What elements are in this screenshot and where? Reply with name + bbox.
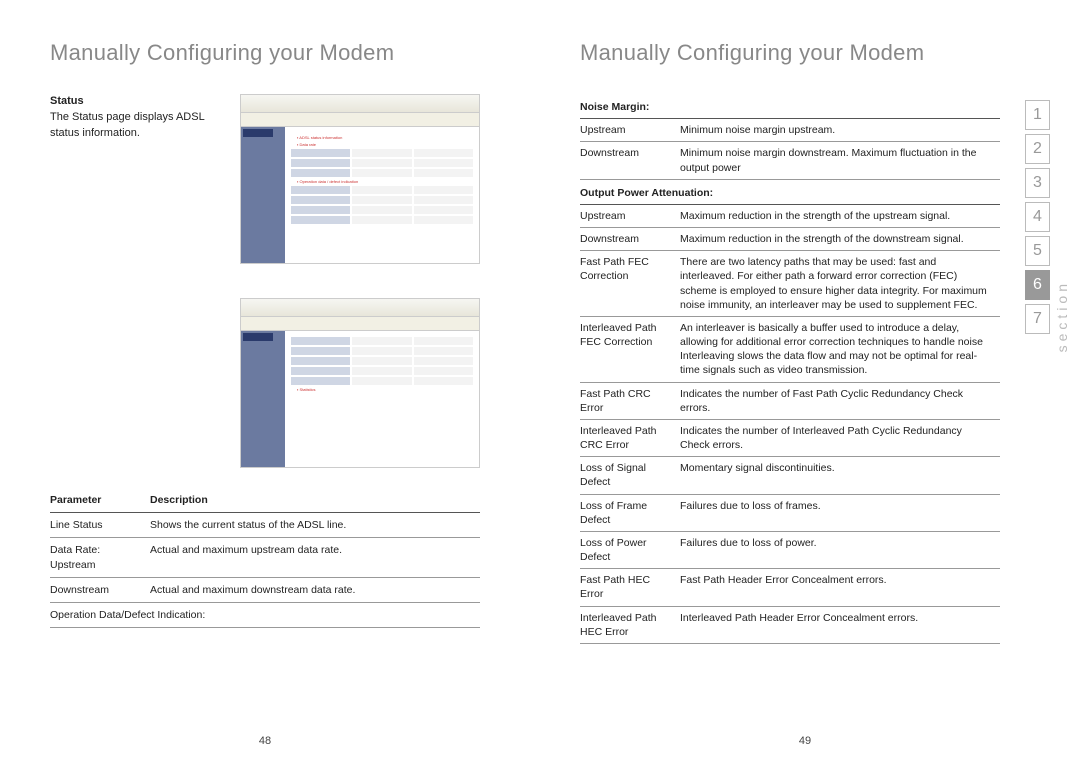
table-row: Data Rate: UpstreamActual and maximum up…: [50, 538, 480, 577]
cell-param: Downstream: [580, 142, 680, 179]
cell-param: Fast Path HEC Error: [580, 569, 680, 606]
cell-param: Operation Data/Defect Indication:: [50, 602, 480, 627]
cell-param: Downstream: [50, 577, 150, 602]
cell-param: Downstream: [580, 228, 680, 251]
page-title-left: Manually Configuring your Modem: [50, 40, 480, 66]
cell-desc: Failures due to loss of power.: [680, 531, 1000, 568]
cell-desc: Interleaved Path Header Error Concealmen…: [680, 606, 1000, 643]
table-row: Line StatusShows the current status of t…: [50, 513, 480, 538]
parameter-table-left: Parameter Description Line StatusShows t…: [50, 488, 480, 628]
cell-desc: Maximum reduction in the strength of the…: [680, 204, 1000, 227]
group-header-cell: Noise Margin:: [580, 94, 1000, 119]
table-row: Loss of Frame DefectFailures due to loss…: [580, 494, 1000, 531]
page-left: Manually Configuring your Modem Status T…: [0, 0, 530, 771]
cell-param: Fast Path FEC Correction: [580, 251, 680, 317]
cell-param: Upstream: [580, 204, 680, 227]
cell-param: Interleaved Path HEC Error: [580, 606, 680, 643]
section-tab-7[interactable]: 7: [1025, 304, 1050, 334]
cell-desc: Actual and maximum downstream data rate.: [150, 577, 480, 602]
cell-desc: Indicates the number of Fast Path Cyclic…: [680, 382, 1000, 419]
table-row: Loss of Signal DefectMomentary signal di…: [580, 457, 1000, 494]
section-tab-4[interactable]: 4: [1025, 202, 1050, 232]
cell-desc: Fast Path Header Error Concealment error…: [680, 569, 1000, 606]
cell-desc: Shows the current status of the ADSL lin…: [150, 513, 480, 538]
table-group-header: Noise Margin:: [580, 94, 1000, 119]
cell-desc: Maximum reduction in the strength of the…: [680, 228, 1000, 251]
table-row: Fast Path FEC CorrectionThere are two la…: [580, 251, 1000, 317]
table-row: Interleaved Path CRC ErrorIndicates the …: [580, 419, 1000, 456]
table-row: UpstreamMaximum reduction in the strengt…: [580, 204, 1000, 227]
section-tab-6[interactable]: 6: [1025, 270, 1050, 300]
cell-desc: Minimum noise margin upstream.: [680, 119, 1000, 142]
table-row: Fast Path CRC ErrorIndicates the number …: [580, 382, 1000, 419]
table-row: Interleaved Path HEC ErrorInterleaved Pa…: [580, 606, 1000, 643]
screenshot-status-1: ▪ ADSL status information ▪ Data rate ▪ …: [240, 94, 480, 264]
cell-desc: Momentary signal discontinuities.: [680, 457, 1000, 494]
status-body: The Status page displays ADSL status inf…: [50, 111, 204, 139]
cell-desc: An interleaver is basically a buffer use…: [680, 316, 1000, 382]
table-group-header: Output Power Attenuation:: [580, 179, 1000, 204]
cell-desc: Failures due to loss of frames.: [680, 494, 1000, 531]
cell-desc: There are two latency paths that may be …: [680, 251, 1000, 317]
parameter-table-right: Noise Margin:UpstreamMinimum noise margi…: [580, 94, 1000, 644]
section-tab-5[interactable]: 5: [1025, 236, 1050, 266]
cell-param: Data Rate: Upstream: [50, 538, 150, 577]
table-row: DownstreamMaximum reduction in the stren…: [580, 228, 1000, 251]
group-header-cell: Output Power Attenuation:: [580, 179, 1000, 204]
cell-desc: Actual and maximum upstream data rate.: [150, 538, 480, 577]
cell-param: Loss of Frame Defect: [580, 494, 680, 531]
page-number-right: 49: [799, 735, 811, 747]
th-description: Description: [150, 488, 480, 513]
table-row: Interleaved Path FEC CorrectionAn interl…: [580, 316, 1000, 382]
screenshot-status-2: ▪ Statistics: [240, 298, 480, 468]
table-row: Operation Data/Defect Indication:: [50, 602, 480, 627]
table-row: UpstreamMinimum noise margin upstream.: [580, 119, 1000, 142]
table-row: DownstreamMinimum noise margin downstrea…: [580, 142, 1000, 179]
table-row: Loss of Power DefectFailures due to loss…: [580, 531, 1000, 568]
cell-param: Interleaved Path CRC Error: [580, 419, 680, 456]
section-tab-1[interactable]: 1: [1025, 100, 1050, 130]
cell-param: Upstream: [580, 119, 680, 142]
cell-param: Fast Path CRC Error: [580, 382, 680, 419]
page-right: Manually Configuring your Modem Noise Ma…: [530, 0, 1080, 771]
th-parameter: Parameter: [50, 488, 150, 513]
table-row: DownstreamActual and maximum downstream …: [50, 577, 480, 602]
section-tab-3[interactable]: 3: [1025, 168, 1050, 198]
section-label: section: [1054, 280, 1070, 352]
cell-param: Interleaved Path FEC Correction: [580, 316, 680, 382]
section-tab-2[interactable]: 2: [1025, 134, 1050, 164]
page-title-right: Manually Configuring your Modem: [580, 40, 1000, 66]
table-row: Fast Path HEC ErrorFast Path Header Erro…: [580, 569, 1000, 606]
cell-param: Loss of Signal Defect: [580, 457, 680, 494]
page-number-left: 48: [259, 735, 271, 747]
status-heading: Status: [50, 95, 84, 107]
cell-param: Loss of Power Defect: [580, 531, 680, 568]
status-text: Status The Status page displays ADSL sta…: [50, 94, 220, 468]
cell-param: Line Status: [50, 513, 150, 538]
section-tabs: 1 2 3 4 5 6 7: [1025, 100, 1050, 334]
cell-desc: Indicates the number of Interleaved Path…: [680, 419, 1000, 456]
cell-desc: Minimum noise margin downstream. Maximum…: [680, 142, 1000, 179]
